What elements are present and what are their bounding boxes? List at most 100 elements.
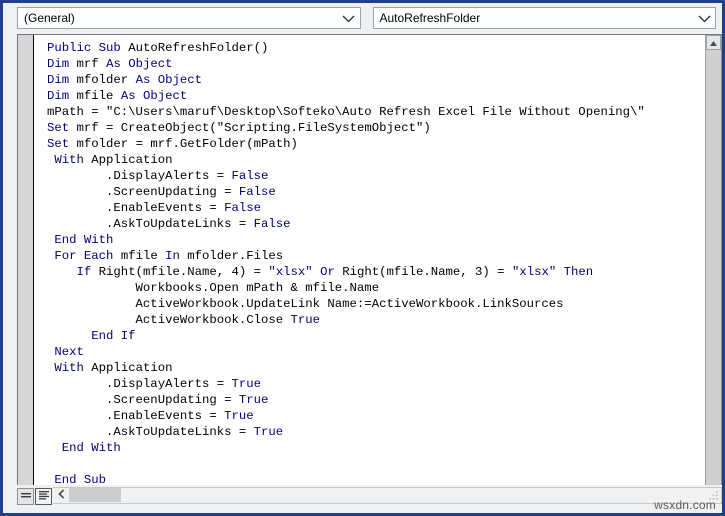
- code-line: End With: [47, 440, 704, 456]
- code-line: With Application: [47, 152, 704, 168]
- code-text-segment: .DisplayAlerts =: [47, 377, 232, 391]
- code-text-segment: Right(mfile.Name, 3) =: [342, 265, 512, 279]
- code-line: End With: [47, 232, 704, 248]
- code-text-segment: .EnableEvents =: [47, 201, 225, 215]
- horizontal-scrollbar[interactable]: [53, 486, 722, 504]
- code-line: If Right(mfile.Name, 4) = "xlsx" Or Righ…: [47, 264, 704, 280]
- code-text-segment: mPath = "C:\Users\maruf\Desktop\Softeko\…: [47, 105, 645, 119]
- full-module-view-icon: [38, 488, 50, 506]
- code-keyword: As: [120, 89, 143, 103]
- vertical-scrollbar[interactable]: [705, 35, 721, 488]
- code-line: .AskToUpdateLinks = False: [47, 216, 704, 232]
- code-text-segment: mfile: [76, 89, 121, 103]
- procedure-view-button[interactable]: [17, 488, 34, 505]
- margin-indicator-bar[interactable]: [18, 35, 34, 488]
- code-keyword: Next: [54, 345, 84, 359]
- code-keyword: Then: [563, 265, 594, 279]
- code-keyword: Object: [142, 89, 188, 103]
- scroll-up-button[interactable]: [706, 35, 721, 50]
- code-scroll-area[interactable]: Public Sub AutoRefreshFolder() Dim mrf As…: [35, 35, 704, 488]
- code-line: .AskToUpdateLinks = True: [47, 424, 704, 440]
- horizontal-scrollbar-thumb[interactable]: [69, 488, 121, 502]
- code-line: Dim mrf As Object: [47, 56, 704, 72]
- full-module-view-button[interactable]: [35, 488, 52, 505]
- code-line: Dim mfile As Object: [47, 88, 704, 104]
- code-text-segment: mrf = CreateObject("Scripting.FileSystem…: [76, 121, 431, 135]
- code-line: .ScreenUpdating = False: [47, 184, 704, 200]
- code-line: .EnableEvents = False: [47, 200, 704, 216]
- code-text-segment: mrf: [76, 57, 107, 71]
- code-text-segment: mfolder = mrf.GetFolder(mPath): [76, 137, 298, 151]
- chevron-down-icon[interactable]: [338, 8, 360, 28]
- code-text-segment: mfolder.Files: [187, 249, 284, 263]
- caret-left-icon: [57, 486, 65, 504]
- code-line: .ScreenUpdating = True: [47, 392, 704, 408]
- code-keyword: Dim: [47, 73, 77, 87]
- code-text-segment: .DisplayAlerts =: [47, 169, 232, 183]
- code-line: Dim mfolder As Object: [47, 72, 704, 88]
- code-keyword: End If: [91, 329, 136, 343]
- code-line: Next: [47, 344, 704, 360]
- code-keyword: Set: [47, 137, 77, 151]
- code-line: Set mfolder = mrf.GetFolder(mPath): [47, 136, 704, 152]
- object-combobox[interactable]: (General): [17, 7, 361, 29]
- code-keyword: True: [238, 393, 269, 407]
- code-keyword: Public Sub: [47, 41, 129, 55]
- code-keyword: "xlsx": [268, 265, 321, 279]
- code-line: .DisplayAlerts = False: [47, 168, 704, 184]
- vba-code-text[interactable]: Public Sub AutoRefreshFolder() Dim mrf As…: [35, 35, 704, 488]
- code-keyword: True: [253, 425, 284, 439]
- code-line: End If: [47, 328, 704, 344]
- code-keyword: As: [135, 73, 158, 87]
- code-keyword: False: [231, 169, 269, 183]
- code-text-segment: .EnableEvents =: [47, 409, 225, 423]
- code-keyword: Dim: [47, 89, 77, 103]
- code-text-segment: [47, 329, 91, 343]
- code-line: For Each mfile In mfolder.Files: [47, 248, 704, 264]
- code-line: ActiveWorkbook.UpdateLink Name:=ActiveWo…: [47, 296, 704, 312]
- code-keyword: Or: [320, 265, 343, 279]
- code-keyword: Object: [157, 73, 202, 87]
- chevron-down-icon[interactable]: [693, 8, 715, 28]
- code-keyword: End With: [54, 233, 114, 247]
- code-keyword: False: [238, 185, 276, 199]
- object-combobox-value: (General): [24, 11, 75, 25]
- code-line: Workbooks.Open mPath & mfile.Name: [47, 280, 704, 296]
- code-text-segment: mfile: [120, 249, 166, 263]
- code-text-segment: .AskToUpdateLinks =: [47, 425, 254, 439]
- code-line: Public Sub AutoRefreshFolder(): [47, 40, 704, 56]
- code-keyword: True: [231, 377, 262, 391]
- code-line: Set mrf = CreateObject("Scripting.FileSy…: [47, 120, 704, 136]
- code-line: .EnableEvents = True: [47, 408, 704, 424]
- code-keyword: Dim: [47, 57, 77, 71]
- code-line: mPath = "C:\Users\maruf\Desktop\Softeko\…: [47, 104, 704, 120]
- code-text-segment: [47, 441, 62, 455]
- code-keyword: If: [76, 265, 99, 279]
- procedure-combobox[interactable]: AutoRefreshFolder: [372, 7, 716, 29]
- code-keyword: "xlsx": [511, 265, 564, 279]
- caret-up-icon: [709, 35, 718, 52]
- code-keyword: Object: [128, 57, 173, 71]
- code-text-segment: Application: [91, 153, 173, 167]
- code-text-segment: Right(mfile.Name, 4) =: [98, 265, 269, 279]
- code-text-segment: AutoRefreshFolder(): [128, 41, 269, 55]
- code-keyword: For Each: [54, 249, 121, 263]
- code-keyword: End With: [61, 441, 121, 455]
- vba-editor-window: (General) AutoRefreshFolder Public Sub A…: [0, 0, 725, 516]
- code-text-segment: .ScreenUpdating =: [47, 393, 239, 407]
- code-keyword: True: [290, 313, 321, 327]
- code-pane[interactable]: Public Sub AutoRefreshFolder() Dim mrf As…: [17, 34, 722, 489]
- code-line: ActiveWorkbook.Close True: [47, 312, 704, 328]
- code-keyword: True: [224, 409, 254, 423]
- code-keyword: False: [224, 201, 262, 215]
- code-text-segment: ActiveWorkbook.UpdateLink Name:=ActiveWo…: [47, 297, 564, 311]
- vertical-scrollbar-track[interactable]: [706, 50, 721, 488]
- procedure-view-icon: [20, 488, 32, 506]
- code-keyword: With: [54, 153, 92, 167]
- code-text-segment: .AskToUpdateLinks =: [47, 217, 254, 231]
- code-window-footer: [17, 485, 722, 505]
- scroll-left-button[interactable]: [53, 488, 69, 503]
- code-text-segment: Application: [91, 361, 173, 375]
- code-text-segment: Workbooks.Open mPath & mfile.Name: [47, 281, 380, 295]
